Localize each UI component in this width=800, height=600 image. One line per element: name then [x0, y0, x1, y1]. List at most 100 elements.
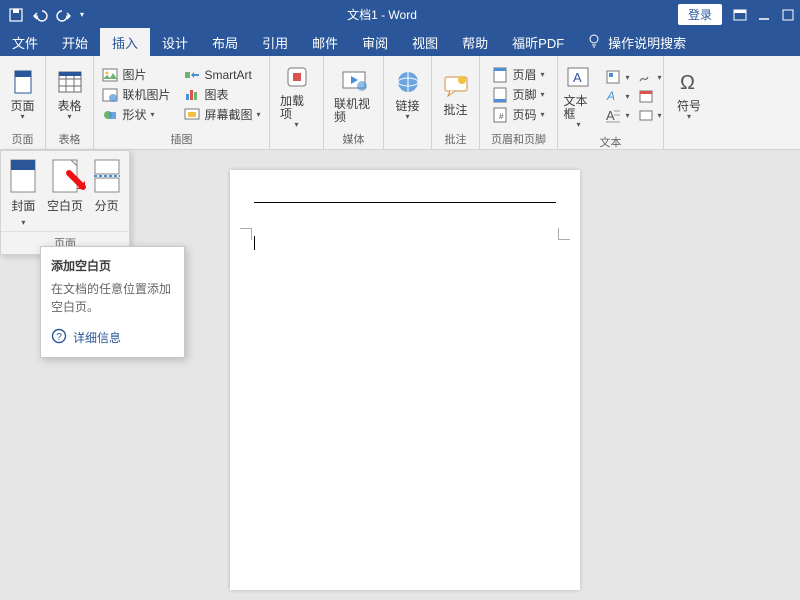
- cover-page-button[interactable]: 封面▾: [10, 159, 36, 227]
- chart-icon: [184, 86, 200, 102]
- ribbon: 页面▾ 页面 表格▾ 表格 图片 联机图片 形状▾ SmartArt 图表: [0, 56, 800, 150]
- svg-text:?: ?: [56, 332, 62, 343]
- svg-text:A: A: [606, 89, 615, 103]
- smartart-icon: [184, 67, 200, 83]
- textbox-button[interactable]: A 文本框▾: [559, 60, 597, 132]
- group-symbols: Ω 符号▾ 符号: [664, 56, 714, 149]
- textbox-icon: A: [563, 62, 593, 92]
- window-title: 文档1 - Word: [92, 6, 672, 23]
- omega-icon: Ω: [674, 67, 704, 97]
- signature-icon: [638, 69, 654, 85]
- tab-file[interactable]: 文件: [0, 28, 50, 56]
- tell-me-search[interactable]: 操作说明搜索: [576, 28, 696, 56]
- header-separator: [254, 202, 556, 203]
- parts-icon: [605, 69, 621, 85]
- online-picture-icon: [102, 87, 118, 103]
- link-icon: [393, 67, 423, 97]
- table-icon: [55, 67, 85, 97]
- wordart-icon: A: [605, 88, 621, 104]
- group-header-footer: 页眉▾ 页脚▾ #页码▾ 页眉和页脚: [480, 56, 558, 149]
- smartart-button[interactable]: SmartArt: [184, 67, 260, 83]
- group-label: 文本: [600, 132, 622, 150]
- tooltip-more-link[interactable]: ? 详细信息: [51, 328, 174, 347]
- minimize-icon[interactable]: [756, 7, 770, 21]
- tab-foxit[interactable]: 福昕PDF: [500, 28, 576, 56]
- addins-button[interactable]: 加载项▾: [276, 60, 317, 132]
- wordart-button[interactable]: A▾: [605, 88, 629, 104]
- save-icon[interactable]: [8, 7, 22, 21]
- lightbulb-icon: [586, 33, 602, 52]
- group-text: A 文本框▾ ▾ A▾ A▾ ▾ ▾ 文本: [558, 56, 664, 149]
- chart-button[interactable]: 图表: [184, 86, 260, 103]
- picture-icon: [102, 67, 118, 83]
- header-icon: [492, 67, 508, 83]
- margin-marker-left: [240, 228, 252, 240]
- redo-icon[interactable]: [56, 7, 70, 21]
- search-placeholder: 操作说明搜索: [608, 33, 686, 52]
- datetime-button[interactable]: [638, 88, 662, 104]
- pages-dropdown-panel: 封面▾ 空白页 分页 页面: [0, 150, 130, 255]
- help-icon: ?: [51, 328, 67, 347]
- tab-home[interactable]: 开始: [50, 28, 100, 56]
- document-page[interactable]: [230, 170, 580, 590]
- comment-icon: [441, 71, 471, 101]
- tooltip-body: 在文档的任意位置添加空白页。: [51, 280, 174, 316]
- tab-mailings[interactable]: 邮件: [300, 28, 350, 56]
- maximize-icon[interactable]: [780, 7, 794, 21]
- group-label: 插图: [171, 129, 193, 147]
- comment-button[interactable]: 批注: [437, 69, 475, 119]
- svg-text:Ω: Ω: [680, 72, 695, 94]
- page-break-button[interactable]: 分页: [94, 159, 120, 227]
- group-label: 页眉和页脚: [491, 129, 546, 147]
- pictures-button[interactable]: 图片: [102, 66, 170, 83]
- tooltip-title: 添加空白页: [51, 257, 174, 274]
- tab-review[interactable]: 审阅: [350, 28, 400, 56]
- screenshot-icon: [184, 106, 200, 122]
- footer-icon: [492, 87, 508, 103]
- tab-help[interactable]: 帮助: [450, 28, 500, 56]
- group-media: 联机视频 媒体: [324, 56, 384, 149]
- object-button[interactable]: ▾: [638, 107, 662, 123]
- symbol-button[interactable]: Ω 符号▾: [670, 65, 708, 124]
- links-button[interactable]: 链接▾: [389, 65, 427, 124]
- tab-design[interactable]: 设计: [150, 28, 200, 56]
- group-pages: 页面▾ 页面: [0, 56, 46, 149]
- quick-parts-button[interactable]: ▾: [605, 69, 629, 85]
- signature-button[interactable]: ▾: [638, 69, 662, 85]
- group-illustrations: 图片 联机图片 形状▾ SmartArt 图表 屏幕截图▾ 插图: [94, 56, 270, 149]
- tab-references[interactable]: 引用: [250, 28, 300, 56]
- qat-more-icon[interactable]: ▾: [80, 10, 84, 19]
- blank-page-tooltip: 添加空白页 在文档的任意位置添加空白页。 ? 详细信息: [40, 246, 185, 358]
- group-links: 链接▾ 链接: [384, 56, 432, 149]
- tab-view[interactable]: 视图: [400, 28, 450, 56]
- login-button[interactable]: 登录: [678, 4, 722, 25]
- tab-insert[interactable]: 插入: [100, 28, 150, 56]
- online-video-button[interactable]: 联机视频: [330, 63, 377, 126]
- dropcap-button[interactable]: A▾: [605, 107, 629, 123]
- undo-icon[interactable]: [32, 7, 46, 21]
- shapes-button[interactable]: 形状▾: [102, 106, 170, 123]
- online-pictures-button[interactable]: 联机图片: [102, 86, 170, 103]
- pages-button[interactable]: 页面▾: [4, 65, 42, 124]
- page-icon: [8, 67, 38, 97]
- title-bar: ▾ 文档1 - Word 登录: [0, 0, 800, 28]
- header-button[interactable]: 页眉▾: [492, 66, 544, 83]
- title-bar-right: 登录: [672, 4, 800, 25]
- page-number-button[interactable]: #页码▾: [492, 106, 544, 123]
- quick-access-toolbar: ▾: [0, 7, 92, 21]
- group-tables: 表格▾ 表格: [46, 56, 94, 149]
- ribbon-display-icon[interactable]: [732, 7, 746, 21]
- addins-icon: [282, 62, 312, 92]
- video-icon: [339, 65, 369, 95]
- screenshot-button[interactable]: 屏幕截图▾: [184, 106, 260, 123]
- blank-page-button[interactable]: 空白页: [47, 159, 83, 227]
- text-cursor: [254, 236, 255, 250]
- group-comments: 批注 批注: [432, 56, 480, 149]
- date-icon: [638, 88, 654, 104]
- svg-text:A: A: [606, 108, 615, 123]
- shapes-icon: [102, 107, 118, 123]
- tab-layout[interactable]: 布局: [200, 28, 250, 56]
- footer-button[interactable]: 页脚▾: [492, 86, 544, 103]
- ribbon-tabs: 文件 开始 插入 设计 布局 引用 邮件 审阅 视图 帮助 福昕PDF 操作说明…: [0, 28, 800, 56]
- table-button[interactable]: 表格▾: [51, 65, 89, 124]
